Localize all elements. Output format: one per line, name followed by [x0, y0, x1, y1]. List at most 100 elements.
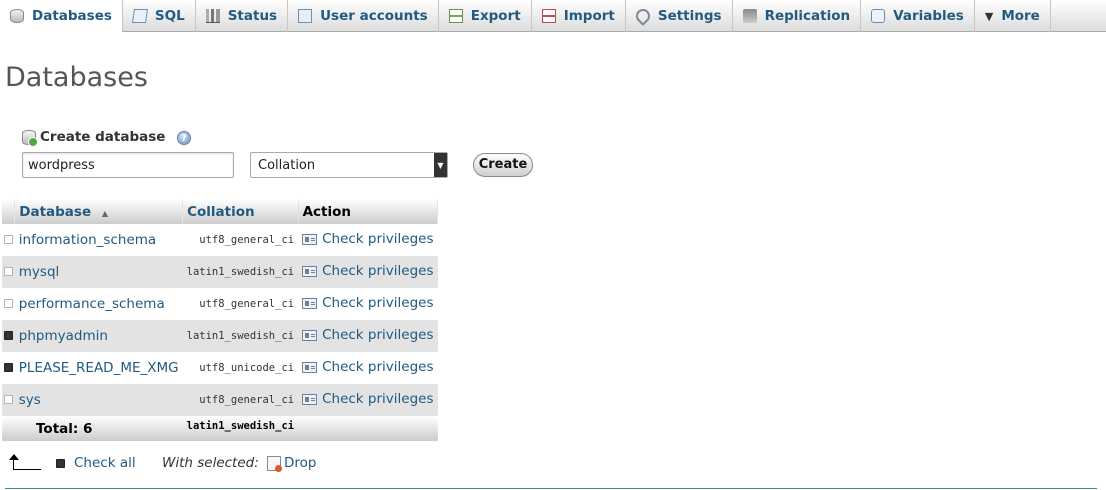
create-database-label: Create database	[40, 129, 166, 145]
database-name-cell: information_schema	[15, 224, 183, 256]
user-accounts-icon	[298, 9, 313, 23]
total-label: Total: 6	[2, 416, 183, 441]
row-checkbox[interactable]	[3, 362, 13, 372]
database-link[interactable]: phpmyadmin	[19, 328, 108, 344]
database-column-header[interactable]: Database ▲	[14, 199, 184, 224]
tab-settings[interactable]: Settings	[626, 0, 733, 32]
drop-label: Drop	[284, 455, 317, 471]
check-privileges-link[interactable]: Check privileges	[302, 391, 434, 408]
create-database-heading: Create database	[22, 129, 166, 147]
collation-select[interactable]: Collation ▼	[250, 152, 448, 178]
row-checkbox-cell	[2, 224, 15, 256]
privileges-icon	[302, 297, 318, 309]
database-link[interactable]: information_schema	[19, 232, 156, 248]
row-checkbox[interactable]	[3, 266, 13, 276]
database-name-cell: PLEASE_READ_ME_XMG	[15, 352, 183, 384]
drop-button[interactable]: Drop	[267, 455, 317, 472]
check-privileges-link[interactable]: Check privileges	[302, 295, 434, 311]
tab-import[interactable]: Import	[532, 0, 626, 32]
tab-export[interactable]: Export	[439, 0, 532, 32]
check-all-checkbox[interactable]	[56, 459, 65, 468]
check-privileges-link[interactable]: Check privileges	[302, 327, 434, 344]
total-action-cell	[298, 416, 438, 441]
tab-databases[interactable]: Databases	[0, 0, 123, 32]
collation-cell: utf8_unicode_ci	[199, 362, 295, 374]
tab-label: Export	[470, 8, 521, 24]
database-icon	[10, 9, 24, 23]
action-cell: Check privileges	[298, 320, 438, 352]
help-icon[interactable]: ?	[177, 131, 191, 145]
collation-select-value: Collation	[258, 157, 316, 173]
row-checkbox[interactable]	[3, 394, 13, 404]
row-checkbox-cell	[2, 384, 15, 416]
row-checkbox[interactable]	[3, 234, 13, 244]
privileges-icon	[302, 329, 318, 341]
database-name-cell: performance_schema	[15, 288, 183, 320]
table-row: phpmyadmin latin1_swedish_ci Check privi…	[2, 320, 438, 352]
tab-label: SQL	[154, 8, 185, 24]
table-row: sys utf8_general_ci Check privileges	[2, 384, 438, 416]
total-collation: latin1_swedish_ci	[182, 416, 299, 441]
database-link[interactable]: PLEASE_READ_ME_XMG	[19, 360, 179, 376]
database-link[interactable]: mysql	[19, 264, 60, 280]
tab-user-accounts[interactable]: User accounts	[288, 0, 439, 32]
check-all-link[interactable]: Check all	[74, 455, 136, 471]
collation-cell: latin1_swedish_ci	[182, 256, 299, 288]
tab-label: Import	[563, 8, 615, 24]
import-icon	[541, 9, 556, 23]
database-name-input[interactable]	[22, 152, 234, 178]
create-button[interactable]: Create	[473, 153, 533, 177]
page-title: Databases	[5, 62, 148, 93]
tab-label: More	[1001, 8, 1040, 24]
tab-variables[interactable]: Variables	[861, 0, 975, 32]
database-link[interactable]: performance_schema	[19, 296, 165, 312]
drop-icon	[267, 455, 282, 472]
table-header-row: Database ▲ Collation Action	[2, 199, 439, 224]
tab-label: User accounts	[320, 8, 428, 24]
row-checkbox[interactable]	[3, 330, 13, 340]
check-privileges-link[interactable]: Check privileges	[302, 359, 434, 376]
tab-replication[interactable]: Replication	[733, 0, 862, 32]
bottom-divider	[5, 488, 1097, 489]
collation-cell: utf8_general_ci	[199, 298, 295, 310]
tab-label: Settings	[657, 8, 722, 24]
check-privileges-link[interactable]: Check privileges	[302, 231, 434, 247]
chevron-down-icon: ▼	[984, 9, 994, 23]
check-privileges-label: Check privileges	[322, 391, 434, 408]
dropdown-arrow-icon: ▼	[434, 153, 447, 177]
sort-ascending-icon: ▲	[101, 208, 108, 218]
check-privileges-link[interactable]: Check privileges	[302, 263, 434, 279]
tab-label: Variables	[893, 8, 964, 24]
database-link[interactable]: sys	[19, 392, 41, 408]
database-name-cell: mysql	[14, 256, 183, 288]
action-cell: Check privileges	[298, 352, 437, 384]
row-checkbox-cell	[2, 320, 15, 352]
export-icon	[448, 9, 463, 23]
databases-table: Database ▲ Collation Action information_…	[2, 199, 439, 441]
database-name-cell: phpmyadmin	[14, 320, 183, 352]
check-privileges-label: Check privileges	[322, 359, 434, 376]
tab-more[interactable]: ▼ More	[975, 0, 1051, 32]
replication-icon	[742, 9, 757, 23]
top-nav-tabs: Databases SQL Status User accounts Expor…	[0, 0, 1106, 32]
variables-icon	[871, 9, 886, 23]
with-selected-label: With selected:	[162, 455, 259, 471]
database-header-label: Database	[19, 203, 92, 220]
table-row: performance_schema utf8_general_ci Check…	[2, 288, 438, 320]
action-cell: Check privileges	[298, 384, 438, 416]
collation-column-header[interactable]: Collation	[182, 199, 299, 224]
table-row: information_schema utf8_general_ci Check…	[2, 224, 438, 256]
status-icon	[205, 9, 220, 23]
tab-status[interactable]: Status	[196, 0, 289, 32]
check-privileges-label: Check privileges	[322, 327, 434, 344]
row-checkbox-cell	[2, 352, 15, 384]
collation-cell: latin1_swedish_ci	[182, 320, 299, 352]
tab-sql[interactable]: SQL	[123, 0, 196, 32]
action-cell: Check privileges	[298, 256, 438, 288]
settings-icon	[632, 6, 653, 26]
row-checkbox[interactable]	[3, 298, 13, 308]
privileges-icon	[302, 393, 318, 405]
row-checkbox-cell	[2, 288, 15, 320]
table-row: PLEASE_READ_ME_XMG utf8_unicode_ci Check…	[2, 352, 438, 384]
action-cell: Check privileges	[298, 288, 437, 320]
